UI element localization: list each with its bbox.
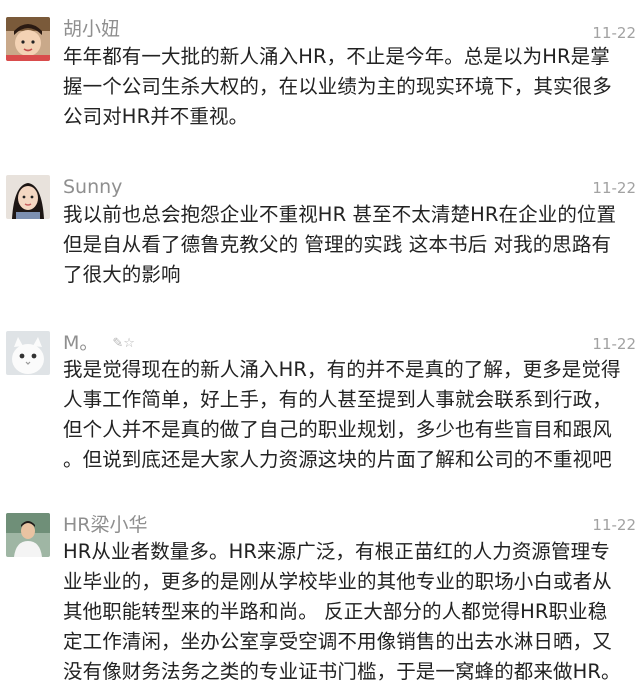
comment-line: 了很大的影响 bbox=[63, 263, 181, 286]
avatar[interactable] bbox=[6, 513, 50, 557]
comment-text: HR从业者数量多。HR来源广泛，有根正苗红的人力资源管理专 业毕业的，更多的是刚… bbox=[63, 537, 631, 687]
comment-line: 人事工作简单，好上手，有的人甚至提到人事就会联系到行政， bbox=[63, 388, 612, 411]
avatar[interactable] bbox=[6, 17, 50, 61]
name-decoration: ✎☆ bbox=[112, 336, 135, 351]
comment-author[interactable]: 胡小妞 bbox=[63, 18, 120, 40]
woman-photo-avatar-icon bbox=[6, 175, 50, 219]
comment-line: 但个人并不是真的做了自己的职业规划，多少也有些盲目和跟风 bbox=[63, 418, 612, 441]
avatar[interactable] bbox=[6, 331, 50, 375]
author-name-text: M。 bbox=[63, 332, 99, 354]
comment-date: 11-22 bbox=[592, 516, 636, 534]
comment-author[interactable]: Sunny bbox=[63, 176, 122, 198]
comment-text: 我以前也总会抱怨企业不重视HR 甚至不太清楚HR在企业的位置 但是自从看了德鲁克… bbox=[63, 200, 631, 290]
comment-line: 业毕业的，更多的是刚从学校毕业的其他专业的职场小白或者从 bbox=[63, 570, 612, 593]
comment-line: 我是觉得现在的新人涌入HR，有的并不是真的了解，更多是觉得 bbox=[63, 358, 621, 381]
comment-line: 但是自从看了德鲁克教父的 管理的实践 这本书后 对我的思路有 bbox=[63, 233, 612, 256]
white-cat-avatar-icon bbox=[6, 331, 50, 375]
comment-line: 年年都有一大批的新人涌入HR，不止是今年。总是以为HR是掌 bbox=[63, 45, 610, 68]
comment-date: 11-22 bbox=[592, 335, 636, 353]
comment-line: 没有像财务法务之类的专业证书门槛，于是一窝蜂的都来做HR。 bbox=[63, 660, 621, 683]
comment-line: 定工作清闲，坐办公室享受空调不用像销售的出去水淋日晒，又 bbox=[63, 630, 612, 653]
girl-photo-avatar-icon bbox=[6, 17, 50, 61]
comment-line: 其他职能转型来的半路和尚。 反正大部分的人都觉得HR职业稳 bbox=[63, 600, 608, 623]
comment-line: 。但说到底还是大家人力资源这块的片面了解和公司的不重视吧 bbox=[63, 448, 612, 471]
avatar[interactable] bbox=[6, 175, 50, 219]
comment-line: 我以前也总会抱怨企业不重视HR 甚至不太清楚HR在企业的位置 bbox=[63, 203, 617, 226]
comment-line: HR从业者数量多。HR来源广泛，有根正苗红的人力资源管理专 bbox=[63, 540, 610, 563]
comment-date: 11-22 bbox=[592, 179, 636, 197]
comment-author[interactable]: M。 ✎☆ bbox=[63, 332, 135, 355]
comment-line: 公司对HR并不重视。 bbox=[63, 105, 249, 128]
comment-author[interactable]: HR梁小华 bbox=[63, 514, 148, 536]
comment-text: 我是觉得现在的新人涌入HR，有的并不是真的了解，更多是觉得 人事工作简单，好上手… bbox=[63, 355, 631, 475]
comment-line: 握一个公司生杀大权的，在以业绩为主的现实环境下，其实很多 bbox=[63, 75, 612, 98]
comment-date: 11-22 bbox=[592, 24, 636, 42]
comment-text: 年年都有一大批的新人涌入HR，不止是今年。总是以为HR是掌 握一个公司生杀大权的… bbox=[63, 42, 631, 132]
man-photo-avatar-icon bbox=[6, 513, 50, 557]
